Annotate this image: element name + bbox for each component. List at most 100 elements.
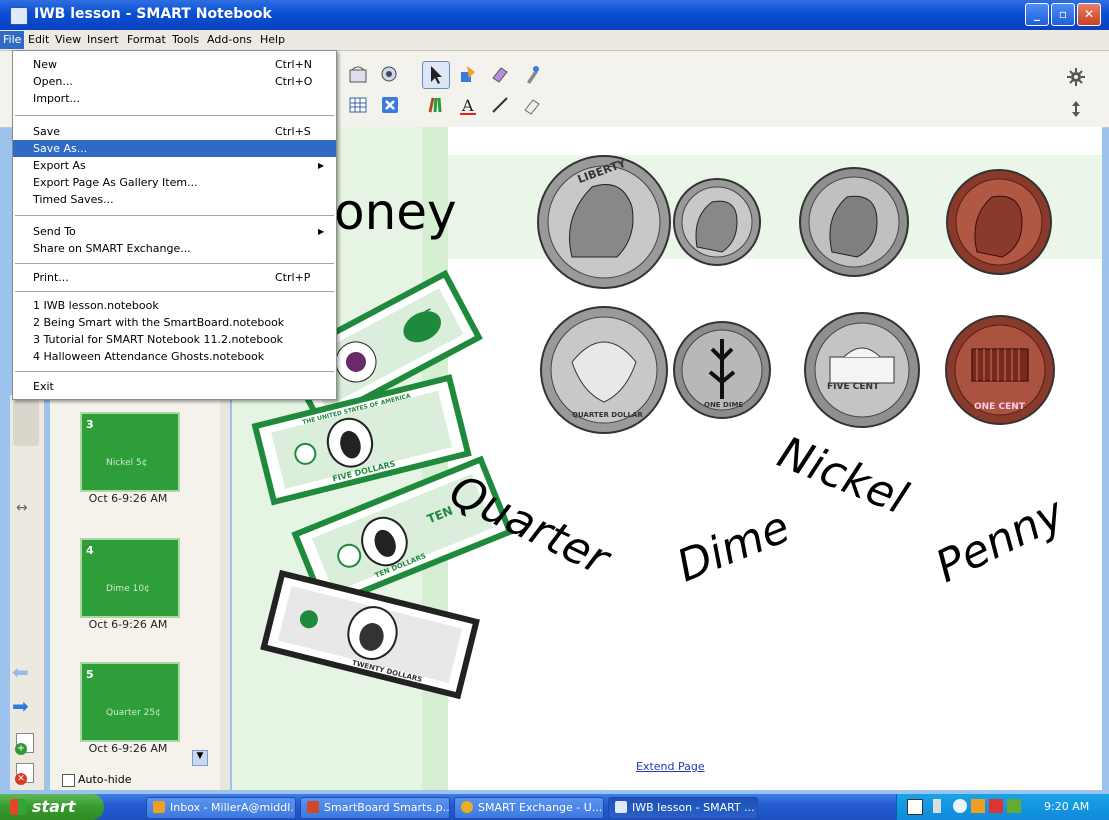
task-powerpoint[interactable]: SmartBoard Smarts.p...	[300, 797, 450, 819]
taskbar: start Inbox - MillerA@middl... SmartBoar…	[0, 794, 1109, 820]
window-title: IWB lesson - SMART Notebook	[34, 6, 272, 22]
delete-tool-icon[interactable]	[376, 91, 404, 119]
title-bar: IWB lesson - SMART Notebook _ ▫ ✕	[0, 0, 1109, 30]
app-tray-icon[interactable]	[1007, 799, 1021, 813]
menu-item-new[interactable]: New Ctrl+N	[13, 56, 336, 73]
page-thumbnail-4[interactable]: 4 Dime 10¢	[80, 538, 180, 618]
fill-tool-icon[interactable]	[454, 61, 482, 89]
screen-shade-tool[interactable]	[344, 61, 372, 89]
add-page-icon[interactable]: +	[15, 733, 34, 755]
menu-separator	[15, 371, 334, 372]
whiteboard-canvas[interactable]: LIBERTY FIVE CENT ONE CENT ONE DIME QUAR…	[232, 127, 1102, 790]
task-outlook[interactable]: Inbox - MillerA@middl...	[146, 797, 296, 819]
outlook-icon	[153, 801, 165, 813]
menu-tools[interactable]: Tools	[172, 33, 199, 46]
menu-item-import[interactable]: Import...	[13, 90, 336, 107]
menu-format[interactable]: Format	[127, 33, 166, 46]
task-smart-notebook[interactable]: IWB lesson - SMART ...	[608, 797, 758, 819]
menu-view[interactable]: View	[55, 33, 81, 46]
pens-tool-icon[interactable]	[422, 91, 450, 119]
thumbnail-number: 3	[86, 418, 94, 431]
security-tray-icon[interactable]	[989, 799, 1003, 813]
menu-item-timed-saves[interactable]: Timed Saves...	[13, 191, 336, 208]
network-tray-icon[interactable]	[933, 799, 941, 813]
menu-item-print[interactable]: Print... Ctrl+P	[13, 269, 336, 286]
windows-logo-icon	[10, 799, 26, 815]
thumbnail-caption: Oct 6-9:26 AM	[88, 618, 168, 631]
start-button[interactable]: start	[0, 794, 104, 820]
menu-help[interactable]: Help	[260, 33, 285, 46]
system-tray: 9:20 AM	[896, 794, 1109, 820]
menu-item-share-exchange[interactable]: Share on SMART Exchange...	[13, 240, 336, 257]
magic-pen-icon[interactable]	[518, 61, 546, 89]
menu-separator	[15, 263, 334, 264]
recent-file-1[interactable]: 1 IWB lesson.notebook	[13, 297, 336, 314]
coin-five-cent-text: FIVE CENT	[827, 382, 880, 392]
extend-page-link[interactable]: Extend Page	[636, 760, 705, 773]
submenu-arrow-icon: ▶	[318, 227, 325, 236]
thumbnail-number: 4	[86, 544, 94, 557]
menu-item-export-gallery[interactable]: Export Page As Gallery Item...	[13, 174, 336, 191]
recent-file-3[interactable]: 3 Tutorial for SMART Notebook 11.2.noteb…	[13, 331, 336, 348]
close-button[interactable]: ✕	[1077, 3, 1101, 26]
start-label: start	[32, 797, 76, 816]
file-menu-dropdown: New Ctrl+N Open... Ctrl+O Import... Save Ct…	[12, 50, 337, 400]
penny-coin-front	[946, 169, 1052, 275]
menu-item-send-to[interactable]: Send To ▶	[13, 223, 336, 240]
chrome-icon	[461, 801, 473, 813]
menu-bar: File Edit View Insert Format Tools Add-o…	[0, 30, 1109, 51]
gallery-tab-icon[interactable]	[13, 400, 39, 446]
text-tool-icon[interactable]: A	[454, 91, 482, 119]
coin-quarter-dollar-text: QUARTER DOLLAR	[572, 411, 643, 419]
previous-page-arrow-icon[interactable]: ⬅	[12, 662, 40, 682]
minimize-button[interactable]: _	[1025, 3, 1049, 26]
scroll-down-icon[interactable]: ▼	[192, 750, 208, 766]
menu-item-exit[interactable]: Exit	[13, 378, 336, 395]
table-tool-icon[interactable]	[344, 91, 372, 119]
menu-item-save[interactable]: Save Ctrl+S	[13, 123, 336, 140]
thumbnail-number: 5	[86, 668, 94, 681]
thumbnail-text: Dime 10¢	[106, 584, 150, 594]
outlook-tray-icon[interactable]	[971, 799, 985, 813]
recent-file-2[interactable]: 2 Being Smart with the SmartBoard.notebo…	[13, 314, 336, 331]
eraser-tool-icon[interactable]	[518, 91, 546, 119]
side-tab-rail: ↔ ⬅ ➡ + ✕	[10, 395, 45, 790]
select-tool-icon[interactable]	[422, 61, 450, 89]
clock[interactable]: 9:20 AM	[1044, 800, 1089, 813]
delete-page-icon[interactable]: ✕	[15, 763, 34, 785]
menu-edit[interactable]: Edit	[28, 33, 49, 46]
menu-file[interactable]: File	[0, 31, 25, 49]
nickel-coin-front	[799, 167, 909, 277]
menu-item-export-as[interactable]: Export As ▶	[13, 157, 336, 174]
menu-insert[interactable]: Insert	[87, 33, 119, 46]
smart-notebook-icon	[615, 801, 627, 813]
document-camera-tool[interactable]	[376, 61, 404, 89]
menu-addons[interactable]: Add-ons	[207, 33, 252, 46]
maximize-button[interactable]: ▫	[1051, 3, 1075, 26]
menu-item-save-as[interactable]: Save As...	[13, 140, 336, 157]
recent-file-4[interactable]: 4 Halloween Attendance Ghosts.notebook	[13, 348, 336, 365]
menu-separator	[15, 115, 334, 116]
page-thumbnail-3[interactable]: 3 Nickel 5¢	[80, 412, 180, 492]
help-tray-icon[interactable]	[907, 799, 923, 815]
toolbar-move-icon[interactable]	[1062, 95, 1090, 123]
resize-arrow-icon[interactable]: ↔	[16, 500, 28, 516]
nickel-coin-back	[804, 312, 920, 428]
thumbnail-caption: Oct 6-9:26 AM	[88, 742, 168, 755]
auto-hide-label: Auto-hide	[78, 773, 132, 786]
show-hidden-icons-icon[interactable]	[953, 799, 967, 813]
dime-coin-front	[673, 178, 761, 266]
shape-tool-icon[interactable]	[486, 61, 514, 89]
thumbnail-caption: Oct 6-9:26 AM	[88, 492, 168, 505]
menu-item-open[interactable]: Open... Ctrl+O	[13, 73, 336, 90]
line-tool-icon[interactable]	[486, 91, 514, 119]
task-chrome[interactable]: SMART Exchange - U...	[454, 797, 604, 819]
page-thumbnail-5[interactable]: 5 Quarter 25¢	[80, 662, 180, 742]
thumbnail-text: Nickel 5¢	[106, 458, 148, 468]
next-page-arrow-icon[interactable]: ➡	[12, 696, 40, 716]
menu-separator	[15, 291, 334, 292]
properties-gear-icon[interactable]	[1062, 63, 1090, 91]
auto-hide-checkbox[interactable]	[62, 774, 75, 787]
money-heading: oney	[334, 183, 457, 241]
sorter-scrollbar[interactable]	[220, 395, 230, 790]
